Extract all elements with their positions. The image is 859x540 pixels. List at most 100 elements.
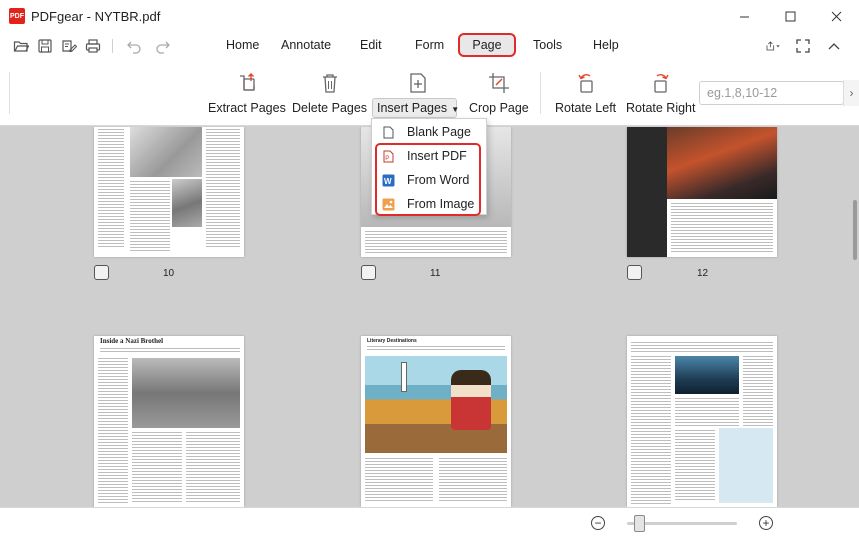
page-thumbnail-13[interactable]: Inside a Nazi Brothel	[94, 336, 244, 507]
toolbar-divider	[112, 39, 113, 53]
menu-page[interactable]: Page	[458, 33, 516, 57]
text-block	[367, 346, 505, 351]
save-button[interactable]	[36, 37, 54, 55]
minimize-icon	[739, 16, 749, 17]
ribbon-divider	[9, 72, 10, 114]
insert-pages-button[interactable]: Insert Pages ▼	[377, 70, 459, 115]
crop-page-button[interactable]: Crop Page	[469, 70, 529, 115]
rotate-left-icon	[577, 74, 593, 93]
zoom-out-button[interactable]: −	[591, 516, 605, 530]
collapse-ribbon-button[interactable]	[825, 37, 843, 55]
redo-button[interactable]	[154, 37, 172, 55]
rotate-left-button[interactable]: Rotate Left	[555, 70, 616, 115]
rotate-right-button[interactable]: Rotate Right	[626, 70, 695, 115]
window-title: PDFgear - NYTBR.pdf	[31, 8, 161, 24]
app-logo: PDF	[9, 8, 25, 24]
page-number: 11	[430, 268, 441, 279]
zoom-in-button[interactable]: +	[759, 516, 773, 530]
page-number: 10	[163, 268, 175, 279]
text-block	[631, 342, 773, 352]
text-column	[98, 129, 124, 249]
menu-help[interactable]: Help	[593, 38, 619, 52]
edit-save-button[interactable]	[60, 37, 78, 55]
fullscreen-button[interactable]	[794, 37, 812, 55]
crop-page-label: Crop Page	[469, 101, 529, 115]
ribbon-scroll-right-button[interactable]: ›	[843, 80, 859, 106]
delete-pages-button[interactable]: Delete Pages	[292, 70, 367, 115]
fullscreen-icon	[796, 39, 810, 53]
print-button[interactable]	[84, 37, 102, 55]
extract-pages-label: Extract Pages	[208, 101, 286, 115]
close-button[interactable]	[813, 0, 859, 32]
dropdown-arrow-icon: ▼	[451, 105, 460, 114]
text-column	[631, 356, 671, 504]
menu-form[interactable]: Form	[415, 38, 444, 52]
page-photo	[667, 127, 777, 199]
extract-pages-button[interactable]: Extract Pages	[208, 70, 286, 115]
text-column	[186, 432, 240, 502]
zoom-slider-handle[interactable]	[634, 515, 645, 532]
undo-icon	[127, 41, 141, 54]
page-number: 12	[697, 268, 709, 279]
menu-home[interactable]: Home	[226, 38, 259, 52]
undo-button[interactable]	[125, 37, 143, 55]
text-column	[365, 458, 433, 503]
text-block	[100, 348, 240, 354]
insert-page-icon	[410, 73, 426, 93]
trash-icon	[322, 74, 337, 93]
ribbon-divider	[540, 72, 541, 114]
menu-edit[interactable]: Edit	[360, 38, 382, 52]
page-photo	[675, 356, 739, 394]
page-heading: Literary Destinations	[367, 338, 417, 344]
blank-page-icon	[383, 126, 394, 138]
delete-pages-label: Delete Pages	[292, 101, 368, 115]
page-thumbnail-12[interactable]	[627, 127, 777, 257]
open-button[interactable]	[12, 37, 30, 55]
open-folder-icon	[13, 41, 29, 52]
page-thumbnail-14[interactable]: Literary Destinations	[361, 336, 511, 507]
lighthouse	[401, 362, 407, 392]
page-thumbnail-10[interactable]	[94, 127, 244, 257]
page-ribbon: Extract Pages Delete Pages Insert Pages ▼…	[0, 60, 859, 126]
highlight-box	[375, 143, 481, 216]
text-column	[206, 129, 240, 249]
page-10-checkbox[interactable]	[94, 265, 109, 280]
text-block	[365, 231, 507, 253]
insert-pages-label: Insert Pages ▼	[377, 101, 459, 115]
save-icon	[38, 39, 52, 53]
rotate-left-label: Rotate Left	[555, 101, 617, 115]
menu-tools[interactable]: Tools	[533, 38, 562, 52]
insert-pages-text: Insert Pages	[377, 101, 448, 115]
text-column	[743, 356, 773, 426]
rotate-right-icon	[654, 74, 669, 93]
insert-blank-page-item[interactable]: Blank Page	[372, 120, 486, 144]
figure-reading	[451, 370, 491, 430]
minimize-button[interactable]	[721, 0, 767, 32]
menu-annotate[interactable]: Annotate	[281, 38, 331, 52]
close-icon	[831, 11, 841, 21]
page-heading: Inside a Nazi Brothel	[100, 337, 164, 345]
redo-icon	[156, 41, 170, 54]
crop-icon	[488, 73, 509, 93]
text-column	[439, 458, 507, 503]
maximize-button[interactable]	[767, 0, 813, 32]
page-12-checkbox[interactable]	[627, 265, 642, 280]
minus-icon: −	[594, 516, 602, 530]
print-icon	[85, 39, 101, 53]
edit-document-icon	[62, 40, 77, 53]
page-photo	[130, 127, 202, 177]
page-thumbnail-15[interactable]	[627, 336, 777, 507]
text-block	[675, 398, 739, 426]
page-11-checkbox[interactable]	[361, 265, 376, 280]
page-dark-panel	[627, 127, 667, 257]
extract-pages-icon	[239, 73, 255, 91]
text-column	[98, 358, 128, 503]
share-button[interactable]	[760, 37, 786, 55]
page-photo	[172, 179, 202, 227]
page-range-input[interactable]: eg.1,8,10-12	[699, 81, 844, 105]
scrollbar-thumb[interactable]	[853, 200, 857, 260]
maximize-icon	[785, 11, 795, 21]
share-icon	[766, 41, 780, 51]
vertical-scrollbar[interactable]	[852, 127, 859, 507]
text-column	[132, 432, 182, 502]
